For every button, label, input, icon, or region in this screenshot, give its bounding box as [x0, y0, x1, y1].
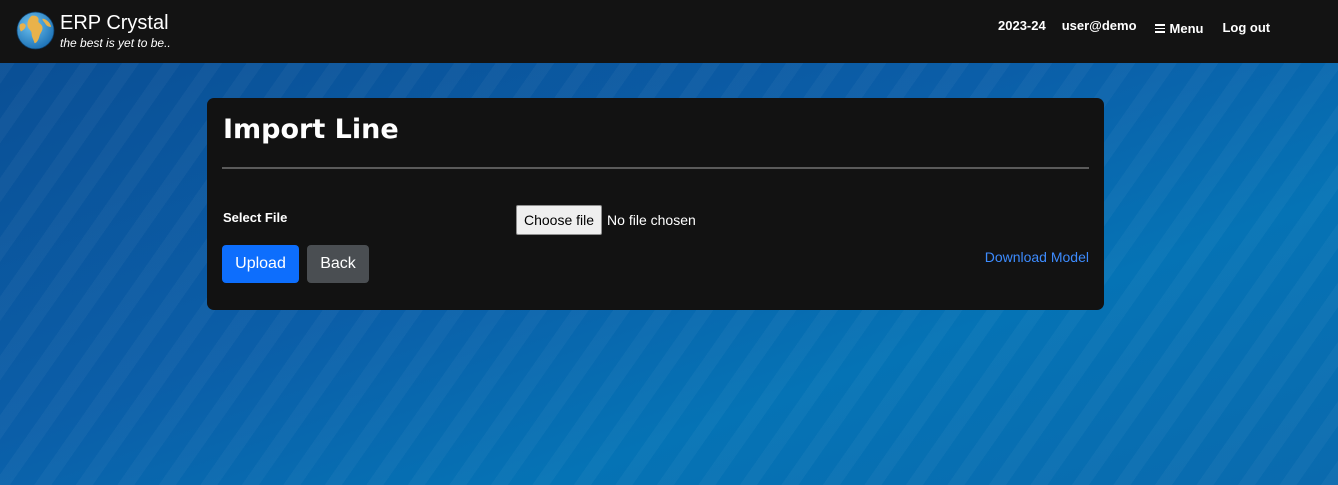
menu-label: Menu [1169, 21, 1204, 36]
page-title: Import Line [223, 114, 399, 145]
select-file-label: Select File [223, 210, 288, 225]
top-navbar: ERP Crystal the best is yet to be.. 2023… [0, 0, 1338, 63]
back-button[interactable]: Back [307, 245, 369, 283]
brand-tagline: the best is yet to be.. [60, 36, 171, 50]
menu-button[interactable]: Menu [1154, 21, 1204, 36]
brand[interactable]: ERP Crystal the best is yet to be.. [16, 11, 171, 50]
user-account[interactable]: user@demo [1062, 18, 1137, 33]
import-card: Import Line Select File Choose file No f… [207, 98, 1104, 310]
download-model-link[interactable]: Download Model [985, 249, 1089, 265]
logout-link[interactable]: Log out [1222, 20, 1270, 35]
choose-file-button[interactable]: Choose file [516, 205, 603, 235]
hamburger-icon [1154, 22, 1165, 35]
divider [222, 167, 1089, 169]
file-input[interactable]: Choose file No file chosen [516, 205, 696, 235]
upload-button[interactable]: Upload [222, 245, 299, 283]
file-status: No file chosen [607, 212, 696, 228]
globe-icon [16, 11, 55, 50]
navbar-right: 2023-24 user@demo Menu Log out [998, 18, 1270, 36]
brand-title: ERP Crystal [60, 12, 169, 34]
fiscal-year[interactable]: 2023-24 [998, 18, 1046, 33]
